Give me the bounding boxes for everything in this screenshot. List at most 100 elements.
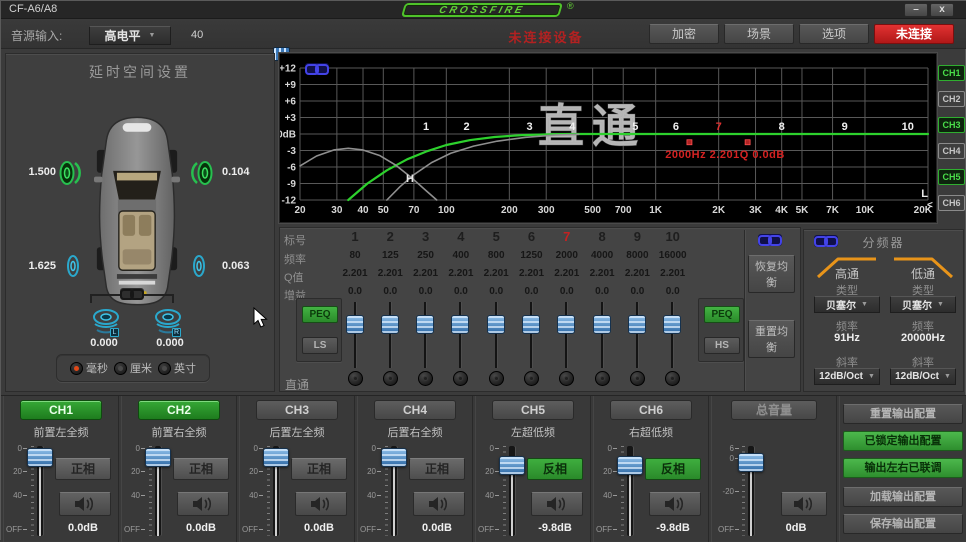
eq-band-column: 1 80 2.201 0.0 — [338, 228, 373, 393]
highpass-slope-select[interactable]: 12dB/Oct ▼ — [814, 368, 880, 385]
filter-button-peq[interactable]: PEQ — [302, 306, 338, 323]
filter-button-peq[interactable]: PEQ — [704, 306, 740, 323]
fader-handle[interactable] — [617, 455, 643, 475]
mute-button[interactable] — [413, 492, 465, 516]
mute-button[interactable] — [177, 492, 229, 516]
graph-link-icon[interactable] — [305, 63, 329, 75]
eq-curve-graph[interactable]: +12+9+6+30dB-3-6-9-122030405070100200300… — [279, 53, 937, 223]
graph-channel-button-ch5[interactable]: CH5 — [938, 169, 965, 185]
channel-header-button[interactable]: CH5 — [492, 400, 574, 420]
fader-handle[interactable] — [145, 448, 171, 468]
fader-handle[interactable] — [263, 448, 289, 468]
reset-eq-button[interactable]: 重置均衡 — [748, 320, 795, 358]
eq-gain-slider-handle[interactable] — [627, 315, 646, 334]
channel-header-button[interactable]: CH2 — [138, 400, 220, 420]
eq-slider-track[interactable] — [530, 302, 533, 368]
eq-gain-slider-handle[interactable] — [663, 315, 682, 334]
eq-slider-track[interactable] — [353, 302, 357, 368]
eq-gain-slider-handle[interactable] — [557, 315, 576, 334]
eq-slider-track[interactable] — [565, 302, 569, 368]
eq-band-knob[interactable] — [524, 371, 539, 386]
eq-slider-track[interactable] — [424, 302, 428, 368]
mute-button[interactable] — [531, 492, 583, 516]
eq-slider-track[interactable] — [494, 302, 498, 368]
eq-slider-track[interactable] — [459, 302, 463, 368]
output-button-2[interactable]: 输出左右已联调 — [843, 458, 963, 478]
eq-band-knob[interactable] — [453, 371, 469, 386]
output-button-3[interactable]: 加载输出配置 — [843, 487, 963, 507]
channel-header-button[interactable]: CH6 — [610, 400, 692, 420]
unit-option-1[interactable]: 厘米 — [114, 360, 152, 376]
eq-slider-track[interactable] — [671, 302, 675, 368]
eq-gain-slider-handle[interactable] — [522, 315, 540, 334]
source-select[interactable]: 高电平 ▼ — [89, 26, 171, 45]
fader-handle[interactable] — [499, 455, 525, 475]
mute-button[interactable] — [59, 492, 111, 516]
eq-slider-track[interactable] — [600, 302, 604, 368]
channel-header-button[interactable]: CH3 — [256, 400, 338, 420]
subwoofer-link-icon[interactable] — [120, 288, 144, 300]
phase-button[interactable]: 正相 — [291, 458, 347, 480]
master-volume-strip: 总音量 6 0 -20 OFF 0dB — [711, 396, 837, 542]
graph-channel-button-ch1[interactable]: CH1 — [938, 65, 965, 81]
front-right-speaker-icon[interactable] — [188, 158, 214, 188]
eq-band-knob[interactable] — [382, 371, 398, 386]
scene-button[interactable]: 场景 — [724, 24, 794, 44]
channel-header-button[interactable]: CH4 — [374, 400, 456, 420]
connect-button[interactable]: 未连接 — [874, 24, 954, 44]
graph-channel-button-ch2[interactable]: CH2 — [938, 91, 965, 107]
filter-button-hs[interactable]: HS — [704, 337, 740, 354]
restore-eq-button[interactable]: 恢复均衡 — [748, 255, 795, 293]
phase-button[interactable]: 反相 — [527, 458, 583, 480]
graph-channel-button-ch4[interactable]: CH4 — [938, 143, 965, 159]
eq-band-knob[interactable] — [594, 371, 610, 386]
output-button-4[interactable]: 保存输出配置 — [843, 514, 963, 534]
minimize-button[interactable]: – — [904, 3, 928, 17]
lowpass-type-select[interactable]: 贝塞尔 ▼ — [890, 296, 956, 313]
eq-band-knob[interactable] — [488, 371, 504, 386]
eq-gain-slider-handle[interactable] — [592, 315, 611, 334]
encrypt-button[interactable]: 加密 — [649, 24, 719, 44]
phase-button[interactable]: 反相 — [645, 458, 701, 480]
fader-handle[interactable] — [738, 453, 764, 473]
eq-link-icon[interactable] — [758, 234, 782, 246]
unit-label: 英寸 — [174, 363, 196, 375]
eq-band-knob[interactable] — [559, 371, 575, 386]
lowpass-slope-select[interactable]: 12dB/Oct ▼ — [890, 368, 956, 385]
output-button-0[interactable]: 重置输出配置 — [843, 404, 963, 424]
options-button[interactable]: 选项 — [799, 24, 869, 44]
graph-channel-button-ch3[interactable]: CH3 — [938, 117, 965, 133]
svg-text:4: 4 — [569, 121, 576, 133]
collapse-arrow[interactable]: < — [927, 200, 933, 211]
eq-band-knob[interactable] — [665, 371, 681, 386]
filter-button-ls[interactable]: LS — [302, 337, 338, 354]
master-mute-button[interactable] — [781, 492, 827, 516]
fader-handle[interactable] — [27, 448, 53, 468]
graph-channel-button-ch6[interactable]: CH6 — [938, 195, 965, 211]
unit-option-2[interactable]: 英寸 — [158, 360, 196, 376]
eq-slider-track[interactable] — [388, 302, 392, 368]
eq-band-knob[interactable] — [629, 371, 645, 386]
front-left-speaker-icon[interactable] — [58, 158, 84, 188]
eq-gain-slider-handle[interactable] — [345, 315, 364, 334]
channel-header-button[interactable]: CH1 — [20, 400, 102, 420]
close-button[interactable]: x — [930, 3, 954, 17]
eq-band-knob[interactable] — [418, 371, 434, 386]
phase-button[interactable]: 正相 — [55, 458, 111, 480]
fader-handle[interactable] — [381, 448, 407, 468]
phase-button[interactable]: 正相 — [173, 458, 229, 480]
eq-slider-track[interactable] — [635, 302, 639, 368]
rear-right-speaker-icon[interactable] — [186, 252, 208, 280]
phase-button[interactable]: 正相 — [409, 458, 465, 480]
eq-gain-slider-handle[interactable] — [486, 315, 505, 334]
unit-option-0[interactable]: 毫秒 — [70, 360, 108, 376]
eq-band-knob[interactable] — [347, 371, 363, 386]
output-button-1[interactable]: 已锁定输出配置 — [843, 431, 963, 451]
highpass-type-select[interactable]: 贝塞尔 ▼ — [814, 296, 880, 313]
mute-button[interactable] — [295, 492, 347, 516]
mute-button[interactable] — [649, 492, 701, 516]
eq-gain-slider-handle[interactable] — [380, 315, 399, 334]
eq-gain-slider-handle[interactable] — [451, 315, 470, 334]
eq-gain-slider-handle[interactable] — [416, 315, 435, 334]
rear-left-speaker-icon[interactable] — [64, 252, 86, 280]
